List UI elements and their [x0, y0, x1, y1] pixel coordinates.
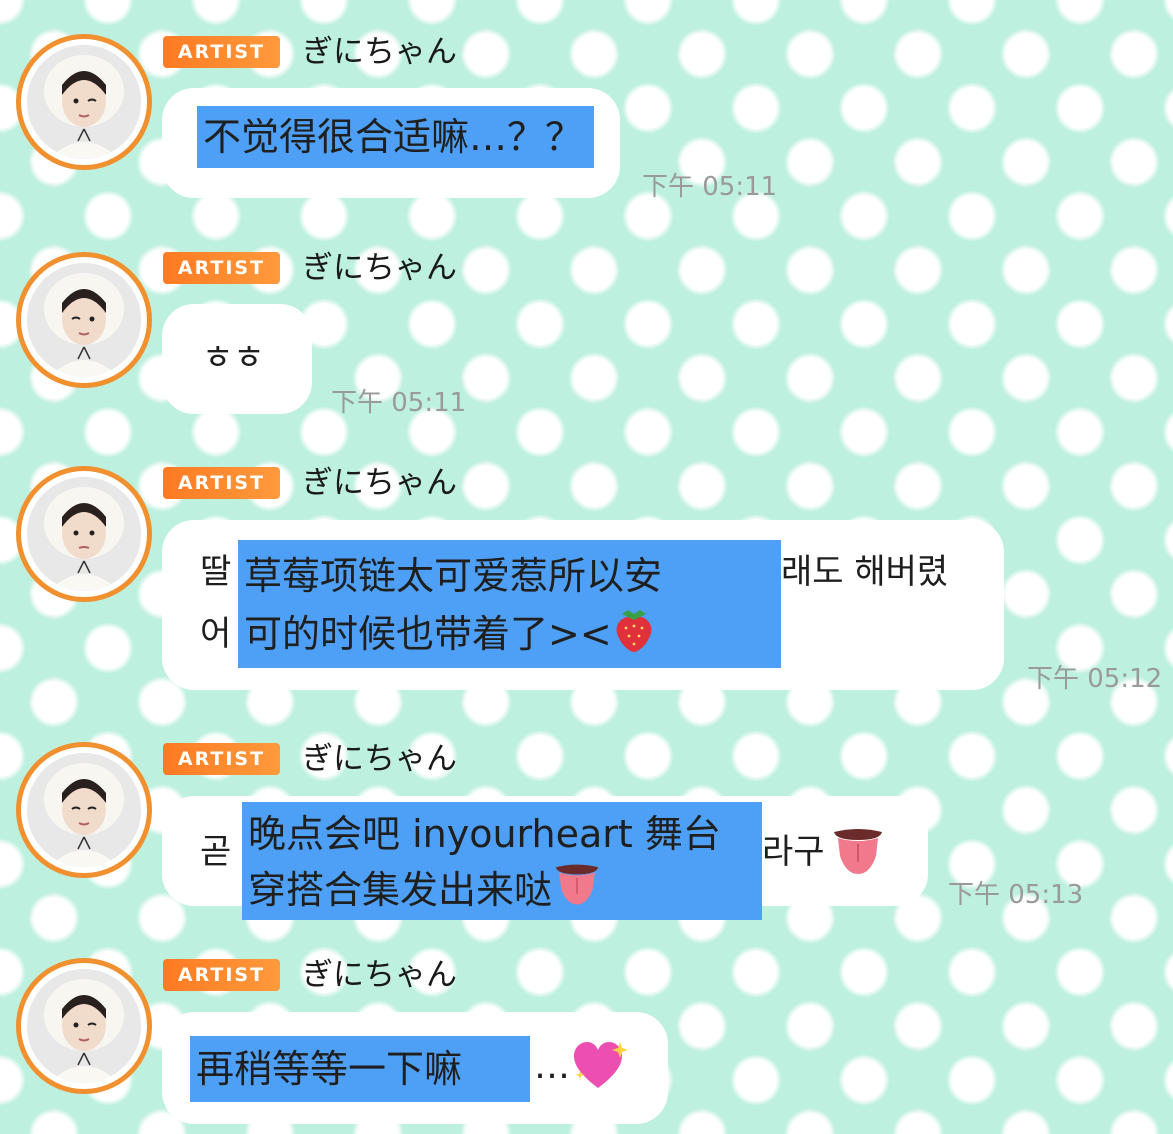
overlay-line: 草莓项链太可爱惹所以安 [244, 554, 663, 598]
sender-name[interactable]: ぎにちゃん [302, 955, 457, 995]
artist-badge: ARTIST [163, 743, 280, 775]
message-text-fragment: … [534, 1046, 570, 1087]
overlay-line: 穿搭合集发出来哒 [248, 862, 756, 918]
sender-name[interactable]: ぎにちゃん [302, 463, 457, 503]
overlay-line: 再稍等等一下嘛 [196, 1047, 463, 1091]
profile-photo [27, 969, 141, 1083]
tongue-icon [552, 862, 602, 920]
avatar[interactable] [16, 252, 152, 388]
sender-name[interactable]: ぎにちゃん [302, 248, 457, 288]
message-time: 下午 05:11 [642, 172, 778, 202]
message-text-fragment: 라구 [762, 832, 825, 872]
overlay-line: 晚点会吧 inyourheart 舞台 [248, 812, 721, 856]
translation-overlay: 再稍等等一下嘛 [190, 1036, 530, 1102]
translation-overlay: 晚点会吧 inyourheart 舞台 穿搭合集发出来哒 [242, 802, 762, 920]
profile-photo [27, 477, 141, 591]
message-text-fragment: 어 [200, 614, 232, 654]
overlay-line-text: 可的时候也带着了>< [244, 612, 612, 656]
overlay-line: 不觉得很合适嘛…？？ [203, 115, 584, 159]
avatar[interactable] [16, 34, 152, 170]
tongue-icon [830, 826, 886, 882]
avatar[interactable] [16, 466, 152, 602]
message-text-fragment: 래도 해버렸 [781, 552, 949, 592]
sparkling-heart-icon [572, 1040, 630, 1096]
message-time: 下午 05:11 [331, 388, 467, 418]
avatar[interactable] [16, 958, 152, 1094]
sender-name[interactable]: ぎにちゃん [302, 32, 457, 72]
strawberry-icon [612, 604, 656, 668]
avatar[interactable] [16, 742, 152, 878]
overlay-line: 可的时候也带着了>< [244, 604, 775, 660]
message-time: 下午 05:13 [948, 880, 1084, 910]
sender-name[interactable]: ぎにちゃん [302, 739, 457, 779]
artist-badge: ARTIST [163, 252, 280, 284]
profile-photo [27, 45, 141, 159]
artist-badge: ARTIST [163, 959, 280, 991]
profile-photo [27, 753, 141, 867]
translation-overlay: 不觉得很合适嘛…？？ [197, 106, 594, 168]
overlay-line-text: 穿搭合集发出来哒 [248, 868, 553, 912]
artist-badge: ARTIST [163, 36, 280, 68]
message-text: ㅎㅎ [202, 338, 265, 378]
message-text-fragment: 곧 [200, 832, 232, 872]
translation-overlay: 草莓项链太可爱惹所以安 可的时候也带着了>< [238, 540, 781, 668]
profile-photo [27, 263, 141, 377]
artist-badge: ARTIST [163, 467, 280, 499]
message-time: 下午 05:12 [1027, 664, 1163, 694]
message-text-fragment: 딸 [200, 552, 232, 592]
